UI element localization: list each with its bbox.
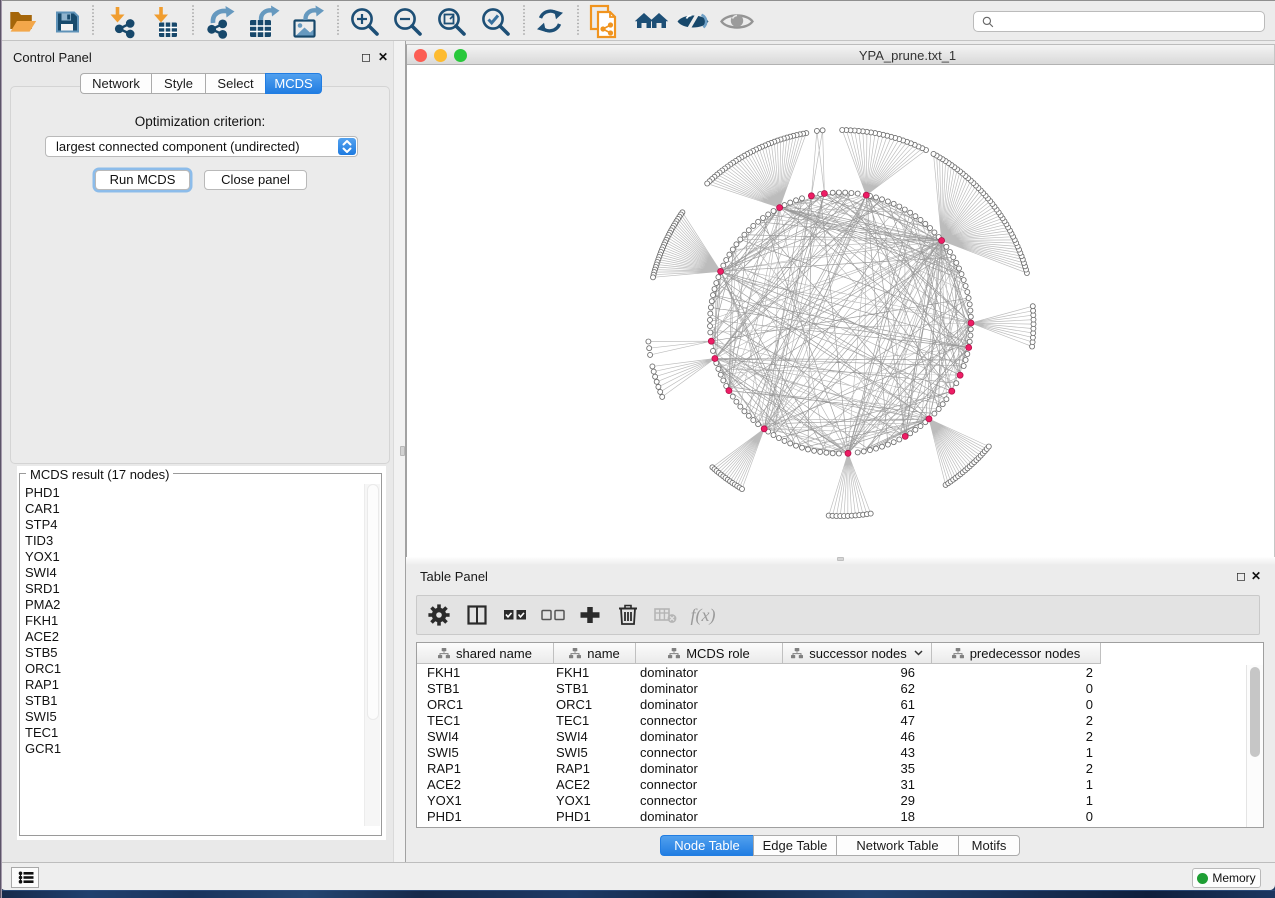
svg-text:f(x): f(x) <box>691 605 716 626</box>
